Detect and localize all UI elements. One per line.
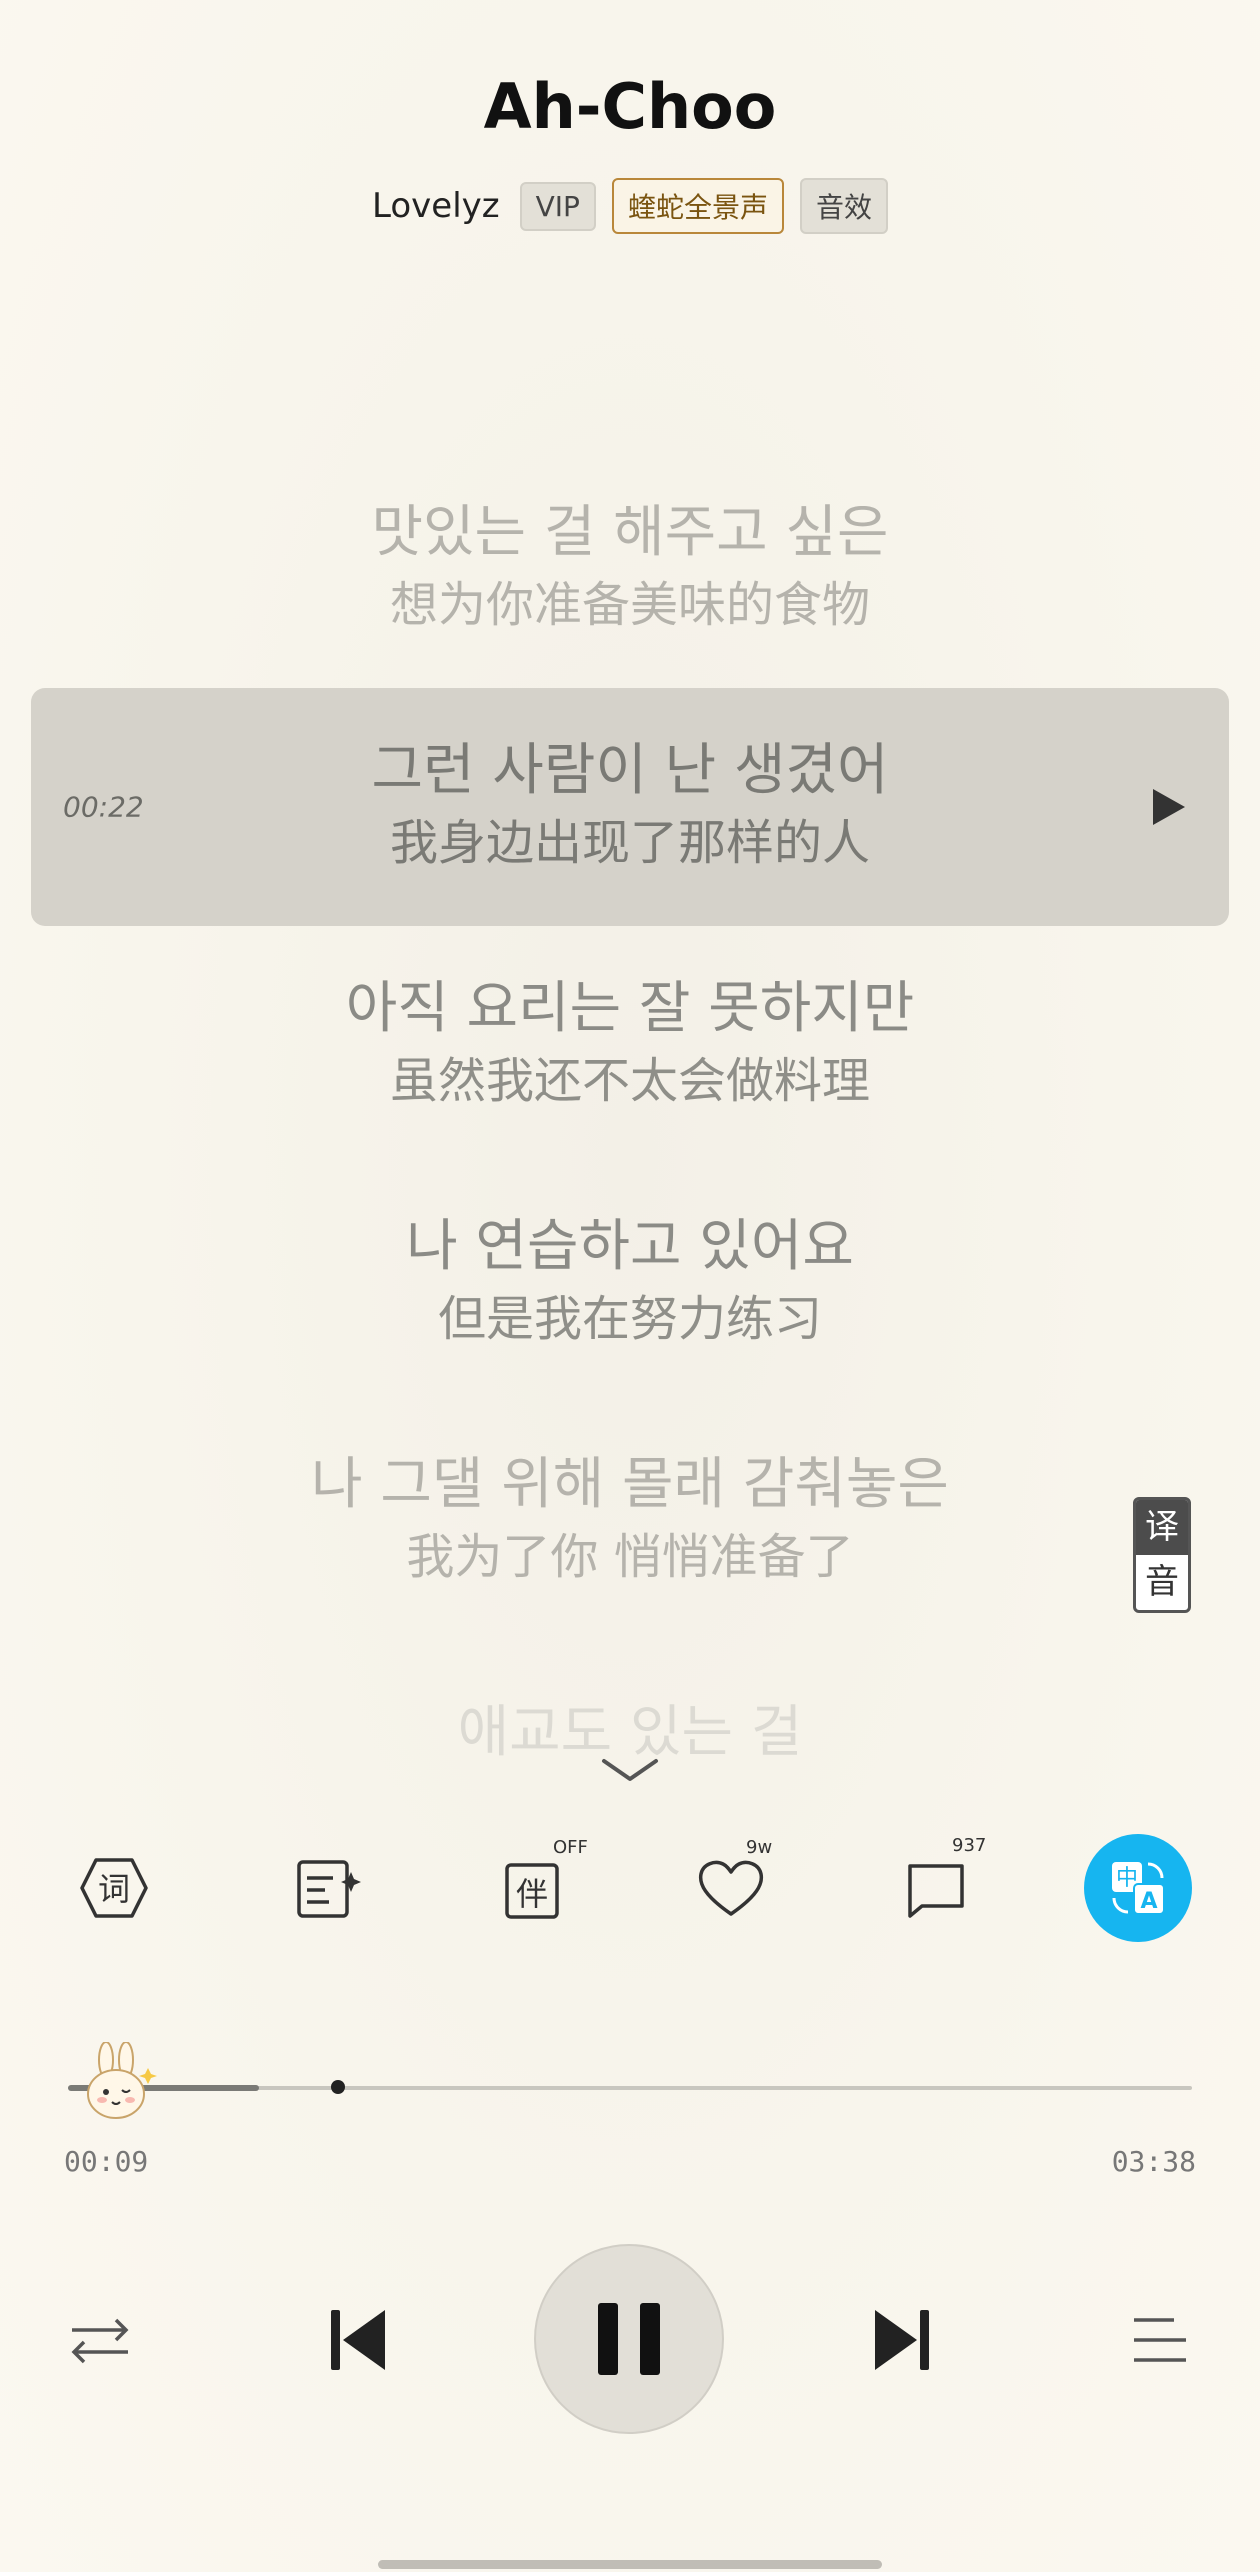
lyric-timestamp: 00:22	[63, 790, 144, 824]
next-icon	[875, 2310, 929, 2370]
lyric-line[interactable]: 나 그댈 위해 몰래 감춰놓은 我为了你 悄悄准备了	[0, 1402, 1260, 1640]
lyrics-hexagon-icon: 词	[80, 1858, 148, 1918]
song-title: Ah-Choo	[483, 70, 777, 143]
action-row: 词 伴 OFF 9w 937	[0, 1833, 1260, 1943]
progress-marker[interactable]	[330, 2080, 345, 2094]
song-meta: Lovelyz VIP 蝰蛇全景声 音效	[0, 178, 1260, 234]
lyrics-list[interactable]: 맛있는 걸 해주고 싶은 想为你准备美味的食物 00:22 그런 사람이 난 생…	[0, 450, 1260, 1770]
pause-button[interactable]	[534, 2244, 724, 2434]
playlist-button[interactable]	[1120, 2300, 1200, 2380]
pause-icon	[598, 2303, 660, 2375]
previous-button[interactable]	[318, 2296, 398, 2384]
current-time: 00:09	[64, 2145, 149, 2178]
chevron-down-icon[interactable]	[600, 1755, 660, 1785]
previous-icon	[331, 2310, 385, 2370]
lyric-line[interactable]: 애교도 있는 걸	[0, 1640, 1260, 1770]
translate-icon: 中 A	[1112, 1862, 1165, 1915]
shuffle-button[interactable]	[60, 2300, 140, 2380]
lyric-korean: 아직 요리는 잘 못하지만	[345, 975, 915, 1041]
svg-text:伴: 伴	[516, 1875, 548, 1913]
next-button[interactable]	[862, 2296, 942, 2384]
translate-option[interactable]: 译	[1136, 1500, 1188, 1555]
lyric-chinese: 我身边出现了那样的人	[389, 815, 870, 872]
lyrics-button[interactable]: 词	[59, 1833, 169, 1943]
accompany-off-badge: OFF	[553, 1837, 588, 1858]
translation-toggle[interactable]: 译 音	[1133, 1497, 1191, 1613]
play-icon[interactable]	[1149, 785, 1189, 829]
lyric-poster-button[interactable]	[273, 1833, 383, 1943]
phonetic-option[interactable]: 音	[1136, 1555, 1188, 1610]
heart-icon	[698, 1860, 764, 1916]
lyric-korean: 나 연습하고 있어요	[406, 1213, 854, 1279]
progress-bar[interactable]	[68, 2080, 1192, 2094]
lyric-chinese: 虽然我还不太会做料理	[389, 1053, 870, 1110]
lyric-korean: 그런 사람이 난 생겼어	[371, 737, 889, 803]
accompany-button[interactable]: 伴 OFF	[483, 1833, 593, 1943]
like-button[interactable]: 9w	[676, 1833, 786, 1943]
comment-button[interactable]: 937	[882, 1833, 992, 1943]
lyric-chinese: 但是我在努力练习	[437, 1291, 822, 1348]
lyric-chinese: 我为了你 悄悄准备了	[406, 1529, 854, 1586]
lyric-korean: 나 그댈 위해 몰래 감춰놓은	[311, 1451, 949, 1517]
translate-button[interactable]: 中 A	[1084, 1834, 1192, 1942]
rabbit-thumb-icon[interactable]	[76, 2042, 160, 2126]
svg-text:A: A	[1140, 1889, 1157, 1914]
playlist-icon	[1134, 2318, 1186, 2362]
shuffle-icon	[71, 2318, 129, 2364]
lyric-korean: 맛있는 걸 해주고 싶은	[371, 499, 889, 565]
comment-icon	[908, 1864, 964, 1918]
lyric-line[interactable]: 아직 요리는 잘 못하지만 虽然我还不太会做料理	[0, 926, 1260, 1164]
lyric-chinese: 想为你准备美味的食物	[389, 577, 870, 634]
comment-count: 937	[952, 1835, 987, 1856]
home-indicator[interactable]	[378, 2560, 882, 2569]
like-count: 9w	[746, 1837, 773, 1858]
lyric-line[interactable]: 나 연습하고 있어요 但是我在努力练习	[0, 1164, 1260, 1402]
lyrics-hexagon-label: 词	[98, 1870, 130, 1908]
total-time: 03:38	[1111, 2145, 1196, 2178]
lyric-line-active[interactable]: 00:22 그런 사람이 난 생겼어 我身边出现了那样的人	[31, 688, 1229, 926]
lyric-poster-icon	[297, 1860, 361, 1918]
lyric-line[interactable]: 맛있는 걸 해주고 싶은 想为你准备美味的食物	[0, 450, 1260, 688]
viper-audio-tag[interactable]: 蝰蛇全景声	[611, 178, 784, 234]
accompany-icon: 伴	[505, 1863, 559, 1919]
sound-effect-tag[interactable]: 音效	[799, 178, 888, 234]
vip-tag[interactable]: VIP	[519, 181, 596, 231]
artist-name[interactable]: Lovelyz	[372, 186, 500, 226]
